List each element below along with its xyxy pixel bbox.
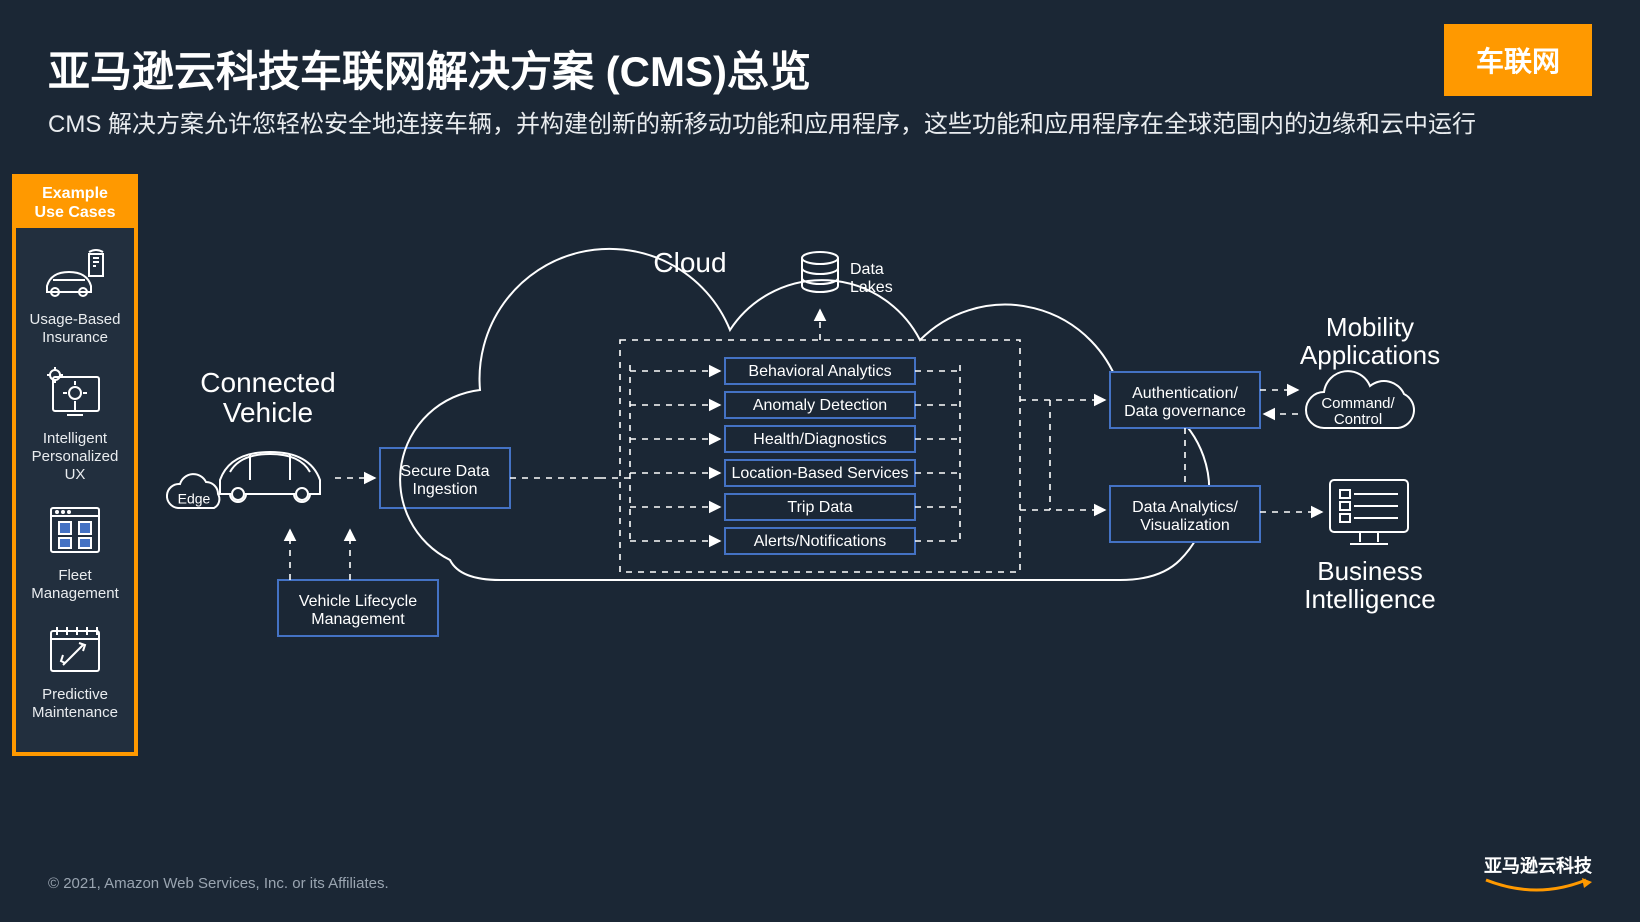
sidebar-header-line: Example [18,184,132,203]
vehicle-lifecycle-text: Vehicle Lifecycle [299,593,417,610]
usecase-predictive-maintenance: Predictive Maintenance [20,621,130,722]
aws-smile-icon [1482,878,1592,896]
auth-text: Authentication/ [1132,385,1238,402]
logo-text: 亚马逊云科技 [1484,856,1592,876]
service-label: Trip Data [787,499,852,516]
fan-out-arrows [915,365,960,545]
usecase-label-line: Usage-Based [20,311,130,329]
usecase-label: Usage-Based Insurance [20,311,130,347]
mobility-label2: Applications [1300,340,1440,370]
usecase-label-line: Personalized [20,448,130,466]
aws-china-logo: 亚马逊云科技 [1482,852,1592,896]
connected-vehicle-label: Connected [200,367,335,398]
touchscreen-icon [39,365,111,421]
page-title: 亚马逊云科技车联网解决方案 (CMS)总览 [48,38,811,99]
maintenance-calendar-icon [39,621,111,677]
car-icon [220,452,320,502]
service-label: Anomaly Detection [753,397,887,414]
command-text: Command/ [1321,395,1395,412]
usecase-label-line: Insurance [20,329,130,347]
sidebar-header-line: Use Cases [18,203,132,222]
usecase-label-line: Predictive [20,686,130,704]
monitor-icon [1330,480,1408,544]
usecase-insurance: Usage-Based Insurance [20,246,130,347]
sidebar-body: Usage-Based Insurance [16,228,134,752]
secure-ingestion-text2: Ingestion [413,481,478,498]
data-lakes-text: Data [850,261,884,278]
page-subtitle: CMS 解决方案允许您轻松安全地连接车辆，并构建创新的新移动功能和应用程序，这些… [48,104,1476,139]
edge-label: Edge [178,491,211,507]
bi-label2: Intelligence [1304,584,1436,614]
fan-in-arrows [600,365,720,545]
connected-vehicle-label2: Vehicle [223,397,313,428]
usecase-label-line: Fleet [20,567,130,585]
vehicle-lifecycle-text2: Management [311,611,405,628]
usecase-label: Fleet Management [20,567,130,603]
analytics-text: Data Analytics/ [1132,499,1238,516]
usecase-personalized-ux: Intelligent Personalized UX [20,365,130,484]
service-label: Alerts/Notifications [754,533,887,550]
command-text2: Control [1334,411,1382,428]
usecase-label-line: Maintenance [20,704,130,722]
service-label: Location-Based Services [732,465,909,482]
bi-label: Business [1317,556,1423,586]
analytics-text2: Visualization [1140,517,1230,534]
usecase-fleet: Fleet Management [20,502,130,603]
auth-text2: Data governance [1124,403,1246,420]
insurance-car-icon [39,246,111,302]
sidebar-header: Example Use Cases [16,178,134,228]
database-icon [802,252,838,292]
command-cloud-icon: Command/ Control [1306,371,1414,428]
cloud-label: Cloud [653,247,726,278]
service-label: Health/Diagnostics [753,431,886,448]
architecture-diagram: Connected Vehicle Edge Secure Data Inges… [150,200,1610,820]
edge-cloud-icon: Edge [167,474,219,508]
service-label: Behavioral Analytics [748,363,891,380]
usecase-label-line: Intelligent [20,430,130,448]
category-badge: 车联网 [1444,24,1592,96]
usecase-label-line: UX [20,466,130,484]
mobility-label: Mobility [1326,312,1414,342]
usecase-label: Predictive Maintenance [20,686,130,722]
service-nodes: Behavioral Analytics Anomaly Detection H… [725,358,915,554]
copyright-footer: © 2021, Amazon Web Services, Inc. or its… [48,875,389,892]
usecase-label-line: Management [20,585,130,603]
usecases-sidebar: Example Use Cases [12,174,138,756]
dashboard-grid-icon [39,502,111,558]
data-lakes-text2: Lakes [850,279,893,296]
secure-ingestion-text: Secure Data [401,463,490,480]
usecase-label: Intelligent Personalized UX [20,430,130,484]
